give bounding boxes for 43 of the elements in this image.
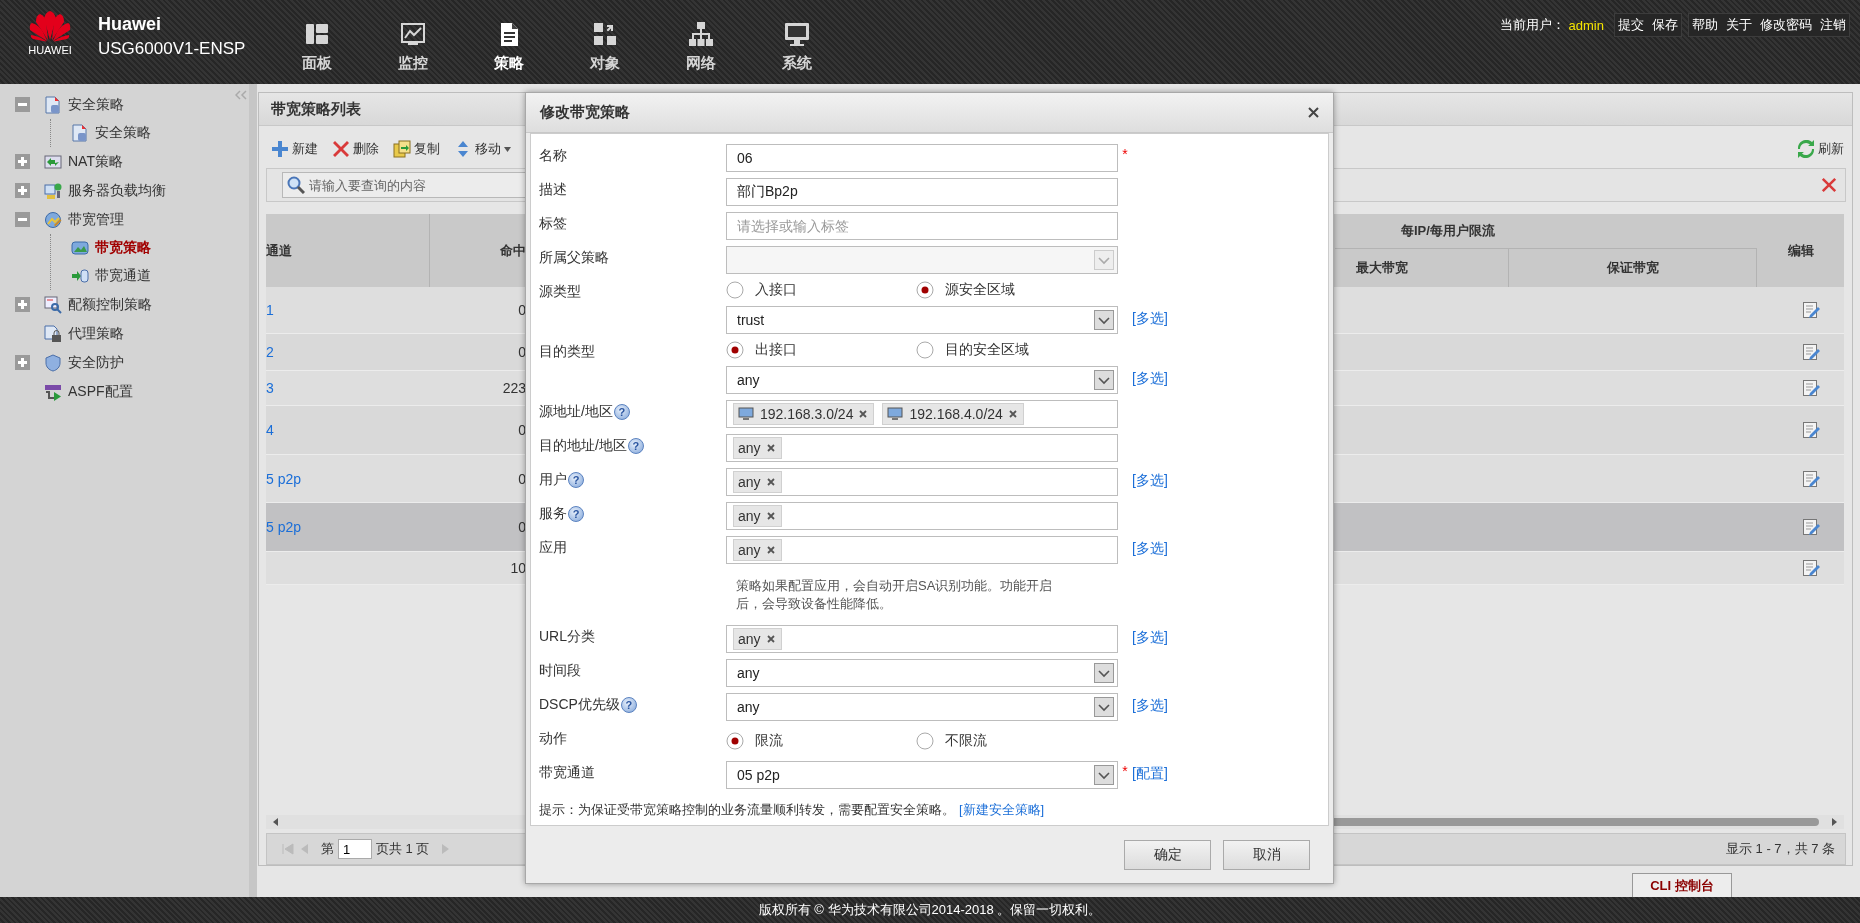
table-cell: 10 <box>510 560 526 576</box>
radio-label: 出接口 <box>755 341 797 359</box>
username: admin <box>1568 17 1604 33</box>
field-label: 名称 <box>539 147 567 165</box>
required-mark: * <box>1122 763 1128 779</box>
column-group-header: 每IP/每用户限流 <box>1335 214 1757 249</box>
copyright-text: 版权所有 © 华为技术有限公司2014-2018 。保留一切权利。 <box>758 901 1102 919</box>
field-label: 描述 <box>539 181 567 199</box>
record-count: 显示 1 - 7，共 7 条 <box>1725 840 1835 858</box>
field-label: 目的地址/地区 <box>539 437 627 455</box>
hint-text: 提示：为保证受带宽策略控制的业务流量顺利转发，需要配置安全策略。 <box>539 801 955 819</box>
table-cell: 0 <box>518 302 526 318</box>
current-user-label: 当前用户： <box>1499 16 1565 34</box>
radio-label: 不限流 <box>945 732 987 750</box>
table-cell: 0 <box>518 422 526 438</box>
logo-text: HUAWEI <box>28 44 72 56</box>
device-model: USG6000V1-ENSP <box>98 39 246 59</box>
page-total: 页共 1 页 <box>376 840 430 858</box>
table-cell: 223 <box>502 380 526 396</box>
field-label: 服务 <box>539 505 567 523</box>
field-label: DSCP优先级 <box>539 696 620 714</box>
field-label: URL分类 <box>539 628 595 646</box>
dialog-title: 修改带宽策略 <box>540 103 631 122</box>
required-mark: * <box>1122 146 1128 162</box>
page-label: 第 <box>321 840 334 858</box>
field-label: 用户 <box>539 471 567 489</box>
field-label: 应用 <box>539 539 567 557</box>
column-header: 命中 <box>499 241 526 260</box>
column-header: 编辑 <box>1786 241 1815 260</box>
radio-label: 限流 <box>755 732 783 750</box>
field-label: 所属父策略 <box>539 249 609 267</box>
field-note: 策略如果配置应用，会自动开启SA识别功能。功能开启后，会导致设备性能降低。 <box>736 578 1053 611</box>
table-cell: 0 <box>518 344 526 360</box>
field-label: 带宽通道 <box>539 764 595 782</box>
field-label: 动作 <box>539 730 567 748</box>
field-label: 源地址/地区 <box>539 403 613 421</box>
field-label: 标签 <box>539 215 567 233</box>
field-label: 时间段 <box>539 662 581 680</box>
field-label: 目的类型 <box>539 343 595 361</box>
table-cell: 0 <box>518 519 526 535</box>
brand-name: Huawei <box>98 14 163 35</box>
radio-label: 目的安全区域 <box>945 341 1029 359</box>
table-cell: 0 <box>518 470 526 487</box>
